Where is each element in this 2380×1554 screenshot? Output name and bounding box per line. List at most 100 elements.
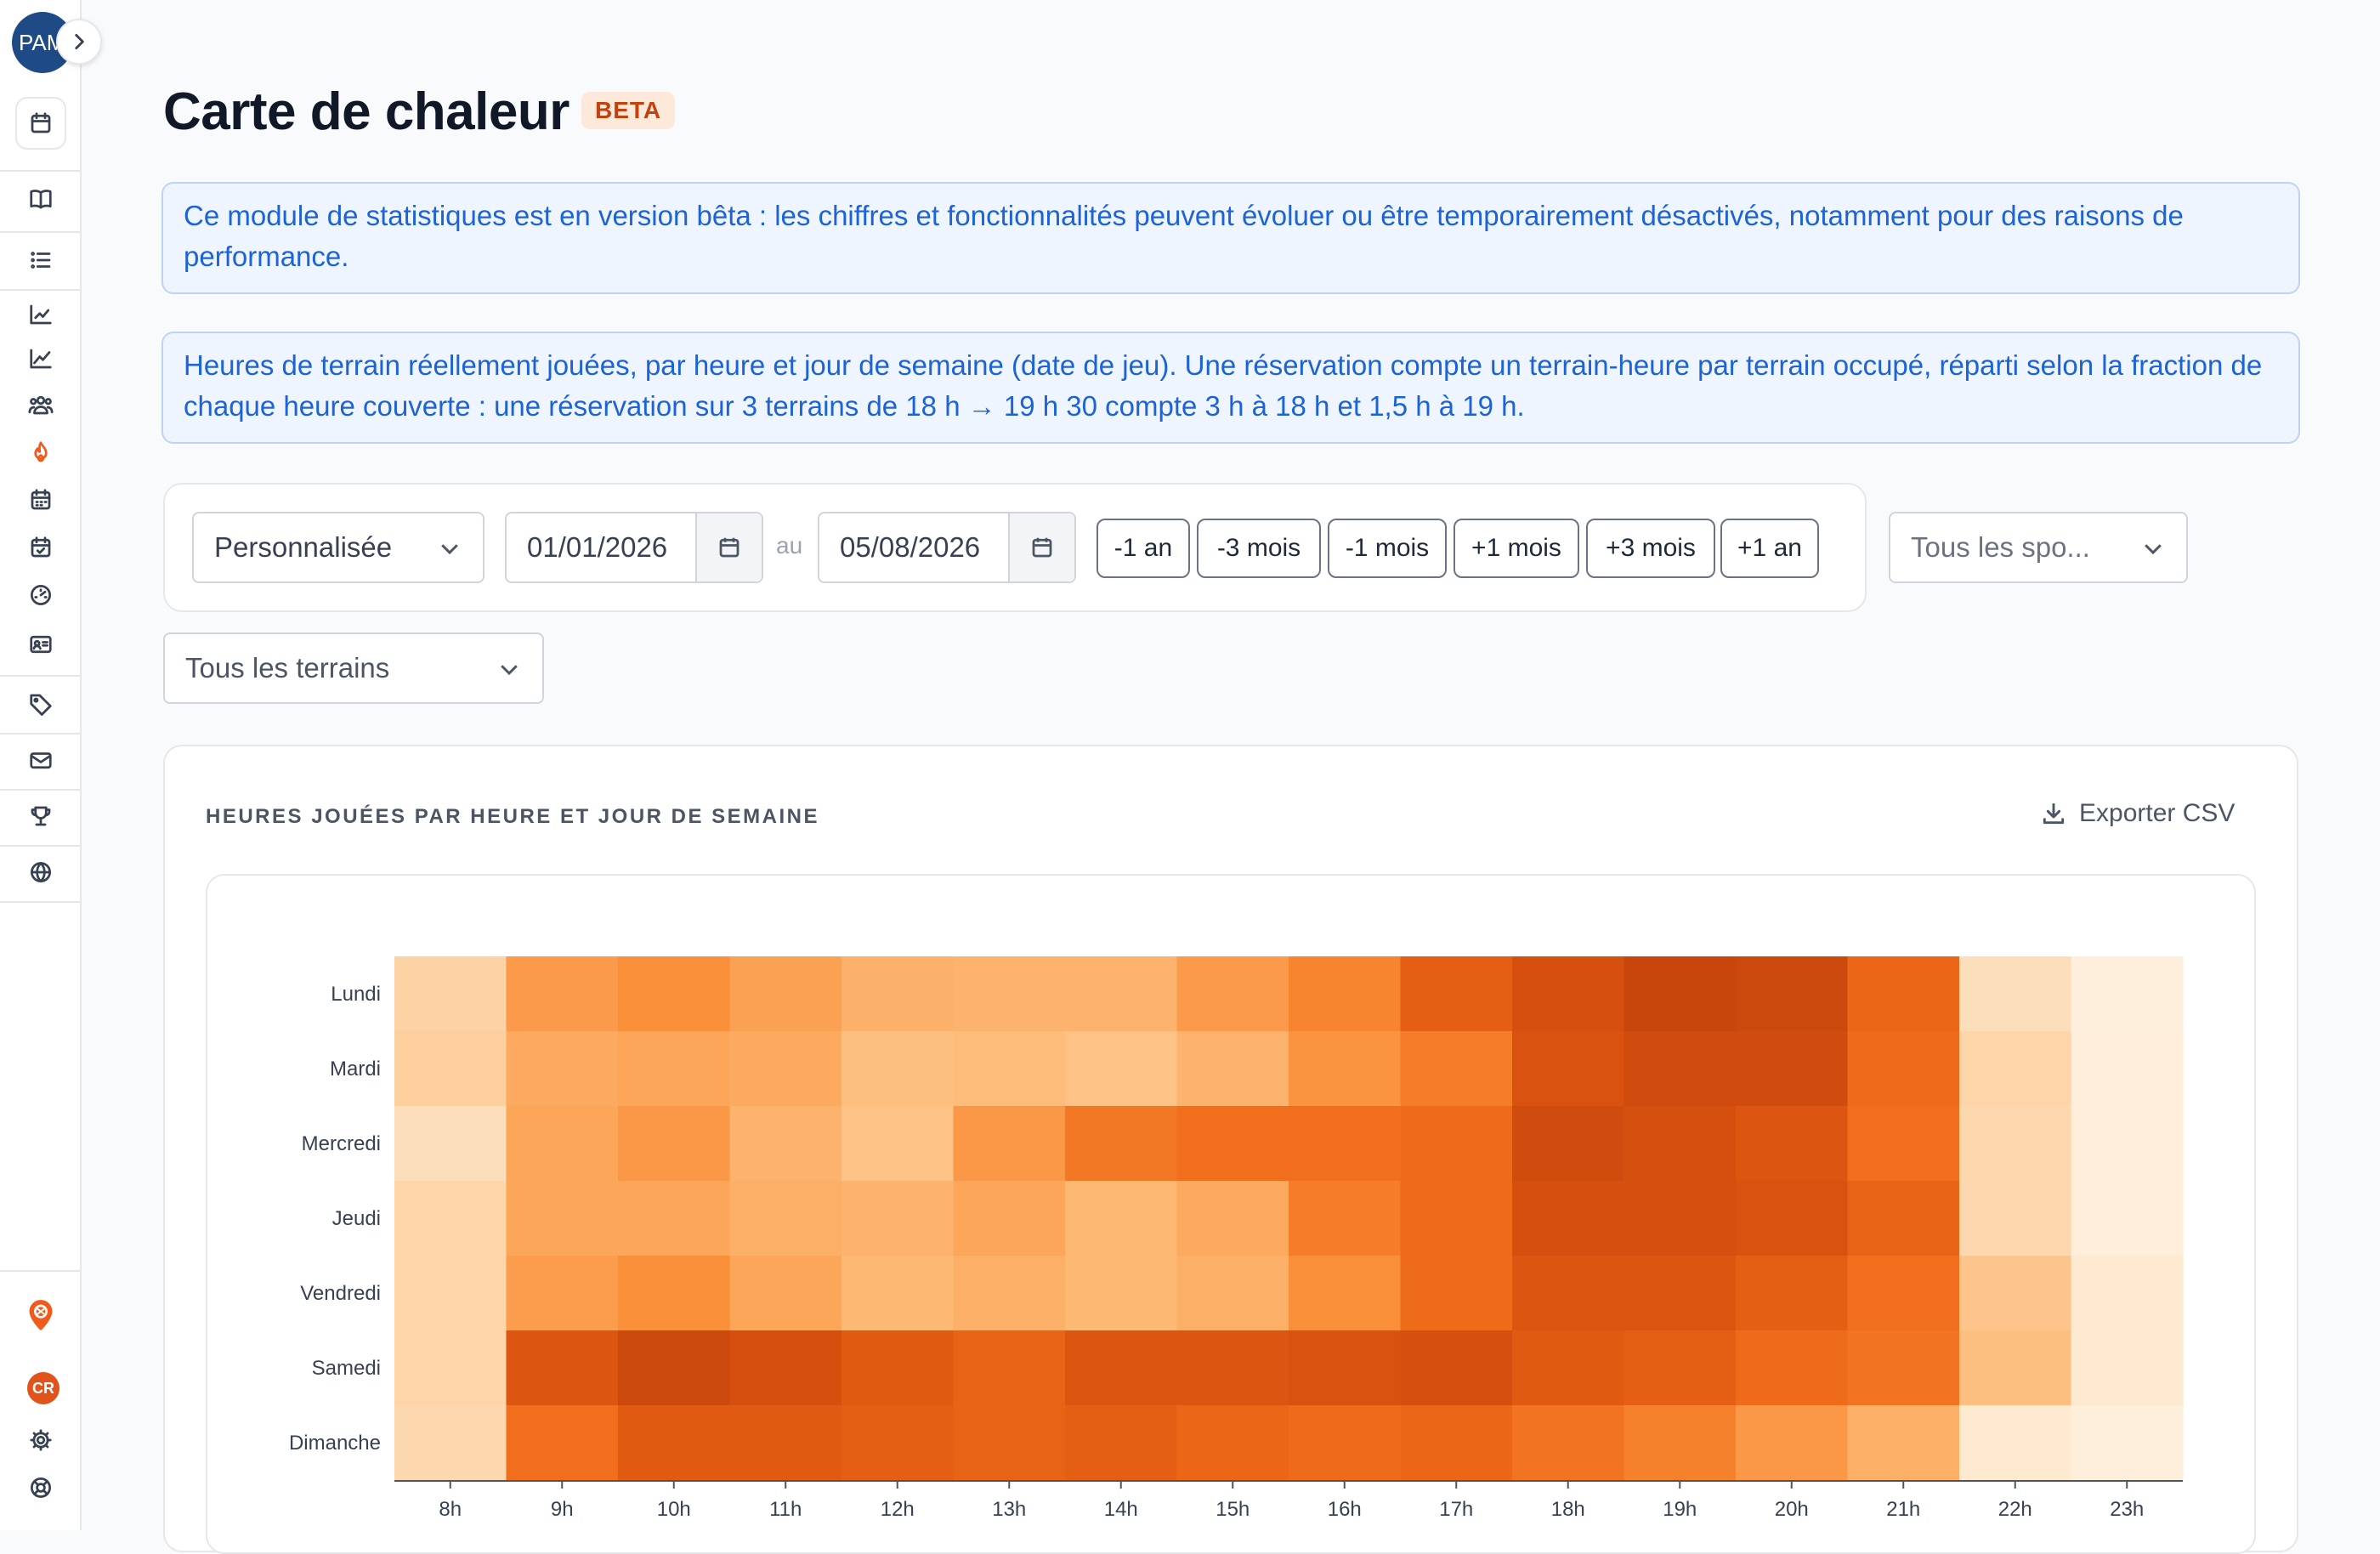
- heatmap-cell-mercredi-18h[interactable]: [1512, 1106, 1625, 1182]
- date-from-calendar-button[interactable]: [695, 513, 762, 581]
- heatmap-cell-vendredi-17h[interactable]: [1400, 1256, 1513, 1331]
- sport-select[interactable]: Tous les spo...: [1889, 512, 2188, 583]
- sidebar-item-trends[interactable]: [15, 335, 66, 383]
- heatmap-cell-vendredi-15h[interactable]: [1176, 1256, 1289, 1331]
- heatmap-cell-samedi-11h[interactable]: [729, 1330, 842, 1406]
- heatmap-cell-dimanche-19h[interactable]: [1624, 1405, 1737, 1481]
- heatmap-cell-vendredi-19h[interactable]: [1624, 1256, 1737, 1331]
- heatmap-cell-dimanche-14h[interactable]: [1065, 1405, 1178, 1481]
- sidebar-item-messages[interactable]: [15, 736, 66, 784]
- heatmap-cell-jeudi-14h[interactable]: [1065, 1181, 1178, 1256]
- heatmap-cell-dimanche-16h[interactable]: [1289, 1405, 1402, 1481]
- heatmap-cell-mercredi-9h[interactable]: [506, 1106, 619, 1182]
- date-from-field[interactable]: 01/01/2026: [505, 512, 763, 583]
- heatmap-cell-samedi-9h[interactable]: [506, 1330, 619, 1406]
- heatmap-cell-mardi-15h[interactable]: [1176, 1031, 1289, 1107]
- heatmap-cell-mercredi-13h[interactable]: [953, 1106, 1066, 1182]
- heatmap-cell-samedi-19h[interactable]: [1624, 1330, 1737, 1406]
- heatmap-cell-vendredi-9h[interactable]: [506, 1256, 619, 1331]
- heatmap-cell-dimanche-18h[interactable]: [1512, 1405, 1625, 1481]
- heatmap-cell-jeudi-20h[interactable]: [1736, 1181, 1849, 1256]
- settings-button[interactable]: [15, 1416, 66, 1464]
- heatmap-cell-samedi-17h[interactable]: [1400, 1330, 1513, 1406]
- sidebar-item-stats[interactable]: [15, 291, 66, 338]
- heatmap-cell-mardi-21h[interactable]: [1847, 1031, 1960, 1107]
- heatmap-cell-dimanche-11h[interactable]: [729, 1405, 842, 1481]
- heatmap-cell-vendredi-12h[interactable]: [842, 1256, 955, 1331]
- heatmap-cell-mercredi-19h[interactable]: [1624, 1106, 1737, 1182]
- heatmap-cell-dimanche-17h[interactable]: [1400, 1405, 1513, 1481]
- heatmap-cell-samedi-16h[interactable]: [1289, 1330, 1402, 1406]
- heatmap-cell-mercredi-22h[interactable]: [1959, 1106, 2072, 1182]
- heatmap-cell-jeudi-22h[interactable]: [1959, 1181, 2072, 1256]
- heatmap-cell-lundi-21h[interactable]: [1847, 956, 1960, 1032]
- heatmap-cell-dimanche-10h[interactable]: [618, 1405, 731, 1481]
- heatmap-cell-samedi-15h[interactable]: [1176, 1330, 1289, 1406]
- club-avatar[interactable]: CR: [27, 1372, 60, 1404]
- heatmap-cell-mercredi-11h[interactable]: [729, 1106, 842, 1182]
- heatmap-cell-mardi-10h[interactable]: [618, 1031, 731, 1107]
- heatmap-cell-jeudi-10h[interactable]: [618, 1181, 731, 1256]
- help-button[interactable]: [15, 1464, 66, 1511]
- heatmap-cell-lundi-20h[interactable]: [1736, 956, 1849, 1032]
- heatmap-cell-mardi-16h[interactable]: [1289, 1031, 1402, 1107]
- heatmap-cell-mardi-17h[interactable]: [1400, 1031, 1513, 1107]
- heatmap-cell-jeudi-17h[interactable]: [1400, 1181, 1513, 1256]
- heatmap-cell-lundi-8h[interactable]: [394, 956, 507, 1032]
- heatmap-cell-dimanche-12h[interactable]: [842, 1405, 955, 1481]
- heatmap-cell-mercredi-17h[interactable]: [1400, 1106, 1513, 1182]
- period-select[interactable]: Personnalisée: [192, 512, 484, 583]
- heatmap-cell-samedi-8h[interactable]: [394, 1330, 507, 1406]
- shift-minus-1-month-button[interactable]: -1 mois: [1328, 519, 1447, 578]
- heatmap-cell-mardi-11h[interactable]: [729, 1031, 842, 1107]
- heatmap-cell-samedi-12h[interactable]: [842, 1330, 955, 1406]
- heatmap-cell-mardi-12h[interactable]: [842, 1031, 955, 1107]
- heatmap-cell-jeudi-13h[interactable]: [953, 1181, 1066, 1256]
- heatmap-cell-jeudi-11h[interactable]: [729, 1181, 842, 1256]
- expand-sidebar-button[interactable]: [56, 19, 102, 65]
- shift-minus-1-year-button[interactable]: -1 an: [1096, 519, 1190, 578]
- heatmap-cell-dimanche-21h[interactable]: [1847, 1405, 1960, 1481]
- heatmap-cell-mercredi-10h[interactable]: [618, 1106, 731, 1182]
- heatmap-cell-lundi-9h[interactable]: [506, 956, 619, 1032]
- heatmap-cell-vendredi-11h[interactable]: [729, 1256, 842, 1331]
- sidebar-item-cards[interactable]: [15, 621, 66, 668]
- heatmap-cell-dimanche-9h[interactable]: [506, 1405, 619, 1481]
- heatmap-cell-samedi-14h[interactable]: [1065, 1330, 1178, 1406]
- sidebar-item-heatmap[interactable]: [15, 428, 66, 476]
- heatmap-cell-vendredi-16h[interactable]: [1289, 1256, 1402, 1331]
- heatmap-cell-mercredi-16h[interactable]: [1289, 1106, 1402, 1182]
- heatmap-cell-jeudi-18h[interactable]: [1512, 1181, 1625, 1256]
- heatmap-cell-lundi-18h[interactable]: [1512, 956, 1625, 1032]
- heatmap-cell-vendredi-13h[interactable]: [953, 1256, 1066, 1331]
- sidebar-item-tournaments[interactable]: [15, 792, 66, 840]
- heatmap-cell-dimanche-8h[interactable]: [394, 1405, 507, 1481]
- heatmap-cell-mardi-19h[interactable]: [1624, 1031, 1737, 1107]
- heatmap-cell-vendredi-10h[interactable]: [618, 1256, 731, 1331]
- heatmap-cell-vendredi-18h[interactable]: [1512, 1256, 1625, 1331]
- heatmap-cell-dimanche-22h[interactable]: [1959, 1405, 2072, 1481]
- heatmap-cell-mardi-9h[interactable]: [506, 1031, 619, 1107]
- heatmap-cell-lundi-23h[interactable]: [2071, 956, 2184, 1032]
- heatmap-cell-mardi-20h[interactable]: [1736, 1031, 1849, 1107]
- heatmap-cell-vendredi-20h[interactable]: [1736, 1256, 1849, 1331]
- heatmap-cell-jeudi-12h[interactable]: [842, 1181, 955, 1256]
- heatmap-cell-mercredi-15h[interactable]: [1176, 1106, 1289, 1182]
- heatmap-cell-lundi-17h[interactable]: [1400, 956, 1513, 1032]
- heatmap-cell-jeudi-9h[interactable]: [506, 1181, 619, 1256]
- heatmap-cell-dimanche-15h[interactable]: [1176, 1405, 1289, 1481]
- heatmap-cell-vendredi-14h[interactable]: [1065, 1256, 1178, 1331]
- heatmap-cell-mercredi-20h[interactable]: [1736, 1106, 1849, 1182]
- heatmap-cell-samedi-23h[interactable]: [2071, 1330, 2184, 1406]
- heatmap-cell-jeudi-21h[interactable]: [1847, 1181, 1960, 1256]
- heatmap-cell-jeudi-16h[interactable]: [1289, 1181, 1402, 1256]
- sidebar-item-planning[interactable]: [15, 476, 66, 524]
- heatmap-cell-mercredi-12h[interactable]: [842, 1106, 955, 1182]
- heatmap-cell-jeudi-19h[interactable]: [1624, 1181, 1737, 1256]
- heatmap-cell-lundi-16h[interactable]: [1289, 956, 1402, 1032]
- heatmap-cell-jeudi-23h[interactable]: [2071, 1181, 2184, 1256]
- heatmap-cell-mardi-8h[interactable]: [394, 1031, 507, 1107]
- heatmap-cell-samedi-13h[interactable]: [953, 1330, 1066, 1406]
- heatmap-cell-mardi-23h[interactable]: [2071, 1031, 2184, 1107]
- heatmap-cell-lundi-11h[interactable]: [729, 956, 842, 1032]
